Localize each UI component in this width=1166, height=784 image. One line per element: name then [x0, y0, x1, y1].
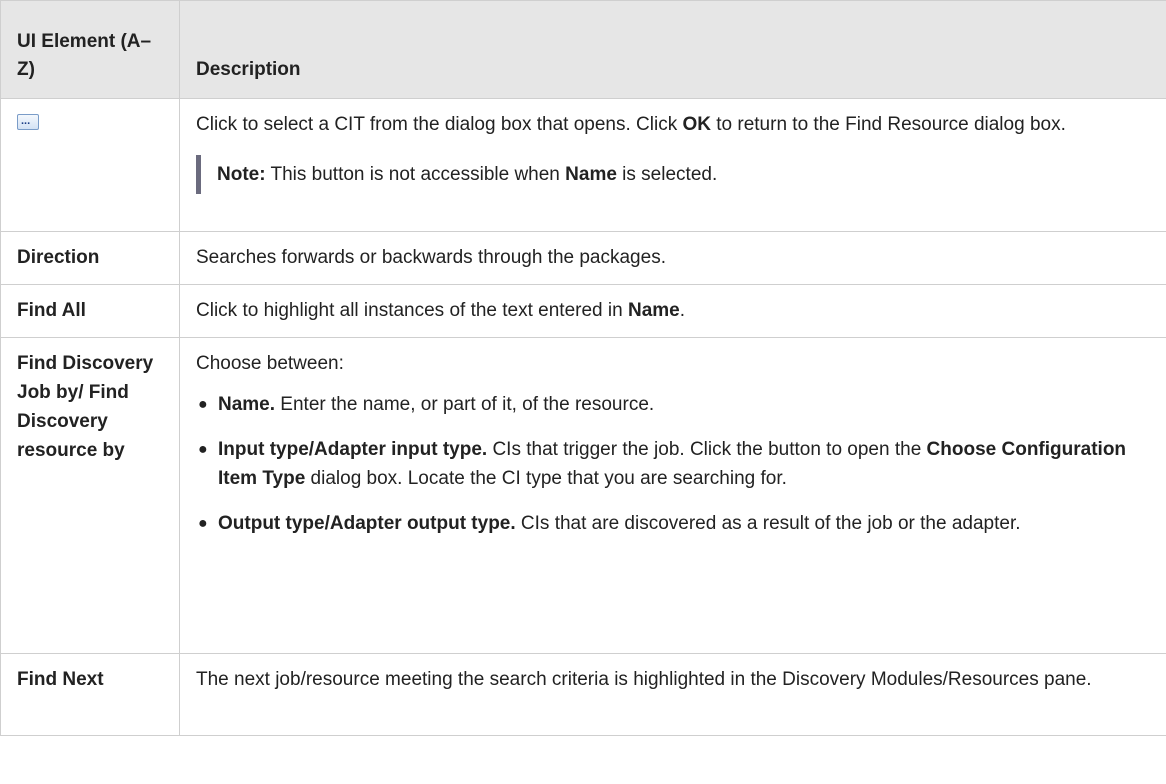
table-row: ... Click to select a CIT from the dialo… [0, 98, 1166, 232]
note-callout: Note: This button is not accessible when… [196, 155, 1152, 194]
option-text: Enter the name, or part of it, of the re… [275, 394, 655, 415]
description-part: to return to the Find Resource dialog bo… [710, 114, 1066, 135]
ui-elements-table: UI Element (A–Z) Description ... Click t… [0, 0, 1166, 736]
note-text: is selected. [616, 164, 718, 185]
description-cell: Choose between: ● Name. Enter the name, o… [179, 337, 1166, 654]
option-term: Input type/Adapter input type. [218, 439, 488, 460]
list-item: ● Input type/Adapter input type. CIs that… [198, 435, 1152, 493]
bullet-icon: ● [198, 515, 208, 532]
bullet-icon: ● [198, 396, 208, 413]
table-row: Find All Click to highlight all instance… [0, 284, 1166, 338]
table-row: Find Next The next job/resource meeting … [0, 653, 1166, 736]
ellipsis-button-icon[interactable]: ... [17, 114, 39, 130]
description-part: . [679, 300, 685, 321]
ok-term: OK [682, 114, 711, 135]
element-cell: Direction [0, 231, 180, 285]
note-text: This button is not accessible when [265, 164, 566, 185]
description-cell: Click to highlight all instances of the … [179, 284, 1166, 338]
element-cell: Find All [0, 284, 180, 338]
bullet-icon: ● [198, 441, 208, 458]
element-cell: ... [0, 98, 180, 232]
note-label: Note: [217, 164, 266, 185]
description-cell: The next job/resource meeting the search… [179, 653, 1166, 736]
element-cell: Find Next [0, 653, 180, 736]
description-cell: Searches forwards or backwards through t… [179, 231, 1166, 285]
header-ui-element: UI Element (A–Z) [0, 0, 180, 99]
description-text: Click to select a CIT from the dialog bo… [196, 110, 1152, 139]
options-list: ● Name. Enter the name, or part of it, of… [196, 390, 1152, 538]
list-item: ● Name. Enter the name, or part of it, of… [198, 390, 1152, 419]
name-term: Name [565, 164, 617, 185]
list-item: ● Output type/Adapter output type. CIs th… [198, 509, 1152, 538]
table-row: Find Discovery Job by/ Find Discovery re… [0, 337, 1166, 654]
description-intro: Choose between: [196, 353, 344, 374]
option-text: CIs that trigger the job. Click the butt… [487, 439, 927, 460]
description-cell: Click to select a CIT from the dialog bo… [179, 98, 1166, 232]
ellipsis-glyph: ... [21, 115, 31, 127]
description-part: Click to highlight all instances of the … [196, 300, 628, 321]
header-description: Description [179, 0, 1166, 99]
table-row: Direction Searches forwards or backwards… [0, 231, 1166, 285]
option-term: Name. [218, 394, 276, 415]
name-term: Name [627, 300, 680, 321]
option-term: Output type/Adapter output type. [218, 513, 516, 534]
option-text: dialog box. Locate the CI type that you … [305, 468, 787, 489]
description-part: Click to select a CIT from the dialog bo… [196, 114, 683, 135]
table-header-row: UI Element (A–Z) Description [0, 0, 1166, 99]
element-cell: Find Discovery Job by/ Find Discovery re… [0, 337, 180, 654]
option-text: CIs that are discovered as a result of t… [515, 513, 1021, 534]
